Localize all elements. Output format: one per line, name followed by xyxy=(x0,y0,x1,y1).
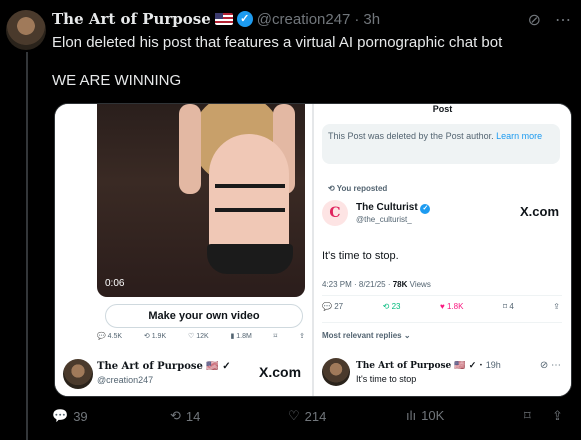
video-thumbnail[interactable] xyxy=(97,104,305,297)
left-screenshot: 0:06 Make your own video 💬 4.5K ⟲ 1.9K ♡… xyxy=(55,104,312,396)
us-flag-icon xyxy=(214,13,233,25)
mini-avatar xyxy=(63,359,93,389)
top-icons: ⊘ ⋯ xyxy=(528,10,571,30)
rp-time: 4:23 PM · 8/21/25 · xyxy=(322,280,391,289)
xcom-logo-left: X.com xyxy=(259,364,302,380)
rp-reply-count: 27 xyxy=(334,302,344,311)
mini-like: ♡ 12K xyxy=(187,333,209,340)
mini-author-name-text: The Art of Purpose xyxy=(97,361,203,372)
more-icon[interactable]: ⋯ xyxy=(555,10,571,30)
rp-repost: ⟲ 23 xyxy=(382,302,401,311)
most-relevant: Most relevant replies ⌄ xyxy=(322,331,411,340)
rp-header: Post xyxy=(432,104,453,114)
author-handle[interactable]: @creation247 xyxy=(257,11,351,28)
reply-icon: 💬 xyxy=(52,408,69,423)
rp-hr-bottom xyxy=(322,322,562,323)
rp-like-count: 1.8K xyxy=(446,302,464,311)
strap xyxy=(215,184,285,212)
author-name[interactable]: The Art of Purpose xyxy=(52,10,211,28)
deleted-notice-text: This Post was deleted by the Post author… xyxy=(328,131,494,141)
rp-verified-icon: ✓ xyxy=(420,204,431,214)
rp-views-label: Views xyxy=(409,280,431,289)
dot-separator: · xyxy=(354,10,360,28)
reply-button[interactable]: 💬 39 xyxy=(52,408,88,424)
mini-author: The Art of Purpose 🇺🇸 ✓ @creation247 X.c… xyxy=(55,351,312,396)
mini-repost-count: 1.9K xyxy=(151,333,167,340)
xcom-logo-right: X.com xyxy=(520,204,560,219)
mini-share-icon: ⇪ xyxy=(299,333,305,340)
rp-action-bar: 💬 27 ⟲ 23 ♥ 1.8K ⌑ 4 ⇪ xyxy=(322,302,560,311)
reposted-label: ⟲ You reposted xyxy=(328,184,388,193)
post-header: The Art of Purpose ✓ @creation247 · 3h xyxy=(52,10,380,28)
views-button[interactable]: ılı 10K xyxy=(406,408,444,423)
repost-button[interactable]: ⟲ 14 xyxy=(170,408,200,424)
like-count: 214 xyxy=(304,408,327,424)
repost-icon: ⟲ xyxy=(170,408,181,423)
mini-views-count: 1.8M xyxy=(236,333,252,340)
rp-share-icon: ⇪ xyxy=(553,302,560,311)
mini-action-bar: 💬 4.5K ⟲ 1.9K ♡ 12K ▮ 1.8M ⌑ ⇪ xyxy=(97,332,305,340)
avatar[interactable] xyxy=(6,10,46,50)
rp-bookmark-count: 4 xyxy=(509,302,514,311)
rp-like: ♥ 1.8K xyxy=(440,302,464,311)
post-text-line2: WE ARE WINNING xyxy=(52,72,182,89)
rp-reply-text: It's time to stop xyxy=(356,374,417,384)
rp-text: It's time to stop. xyxy=(322,250,399,262)
mini-bookmark-icon: ⌑ xyxy=(273,333,278,340)
culturist-avatar: C xyxy=(322,200,348,226)
mini-author-name: The Art of Purpose 🇺🇸 ✓ xyxy=(97,361,231,372)
rp-reply-avatar xyxy=(322,358,350,386)
mini-views: ▮ 1.8M xyxy=(230,333,252,340)
share-icon: ⇪ xyxy=(552,408,563,423)
rp-reply-name: The Art of Purpose 🇺🇸 ✓ · 19h xyxy=(356,360,501,371)
rp-hr-top xyxy=(322,295,562,296)
learn-more-link: Learn more xyxy=(496,131,543,141)
action-bar: 💬 39 ⟲ 14 ♡ 214 ılı 10K ⌑ ⇪ xyxy=(52,408,572,428)
rp-author-name-text: The Culturist xyxy=(356,202,418,213)
bookmark-button[interactable]: ⌑ xyxy=(524,408,531,424)
most-relevant-text: Most relevant replies xyxy=(322,331,402,340)
rp-bookmark: ⌑ 4 xyxy=(502,302,514,311)
right-screenshot: Post This Post was deleted by the Post a… xyxy=(314,104,571,396)
mini-author-handle: @creation247 xyxy=(97,375,154,385)
reposted-text: You reposted xyxy=(336,184,388,193)
rp-reply: 💬 27 xyxy=(322,302,344,311)
post-time[interactable]: 3h xyxy=(363,11,380,28)
deleted-notice: This Post was deleted by the Post author… xyxy=(322,124,560,164)
share-button[interactable]: ⇪ xyxy=(552,408,563,424)
video-duration: 0:06 xyxy=(105,278,125,289)
like-button[interactable]: ♡ 214 xyxy=(288,408,326,424)
verified-badge-icon: ✓ xyxy=(236,11,253,27)
garment xyxy=(207,244,293,274)
rp-reply-item: The Art of Purpose 🇺🇸 ✓ · 19h It's time … xyxy=(314,354,571,396)
reply-count: 39 xyxy=(73,408,88,424)
like-icon: ♡ xyxy=(288,408,300,423)
rp-reply-more-icon: ⊘ ⋯ xyxy=(539,360,561,371)
rp-meta: 4:23 PM · 8/21/25 · 78K Views xyxy=(322,280,431,289)
views-count: 10K xyxy=(421,408,445,423)
mini-reply: 💬 4.5K xyxy=(97,333,123,340)
mini-like-count: 12K xyxy=(196,333,209,340)
rp-author-handle: @the_culturist_ xyxy=(356,215,412,224)
bookmark-icon: ⌑ xyxy=(524,408,531,423)
views-icon: ılı xyxy=(406,408,417,423)
media-image[interactable]: 0:06 Make your own video 💬 4.5K ⟲ 1.9K ♡… xyxy=(54,103,572,397)
mini-reply-count: 4.5K xyxy=(107,333,123,340)
mini-repost: ⟲ 1.9K xyxy=(143,333,167,340)
repost-count: 14 xyxy=(185,408,201,424)
rp-reply-time: 19h xyxy=(485,360,501,370)
left-arm xyxy=(179,104,201,194)
grok-icon[interactable]: ⊘ xyxy=(528,10,541,30)
thread-line xyxy=(26,52,28,440)
rp-repost-count: 23 xyxy=(391,302,401,311)
rp-views: 78K xyxy=(392,280,408,289)
rp-author-name: The Culturist ✓ xyxy=(356,202,431,214)
post-text-line1: Elon deleted his post that features a vi… xyxy=(52,34,503,51)
rp-reply-name-text: The Art of Purpose xyxy=(356,361,452,371)
make-video-button[interactable]: Make your own video xyxy=(105,304,303,328)
